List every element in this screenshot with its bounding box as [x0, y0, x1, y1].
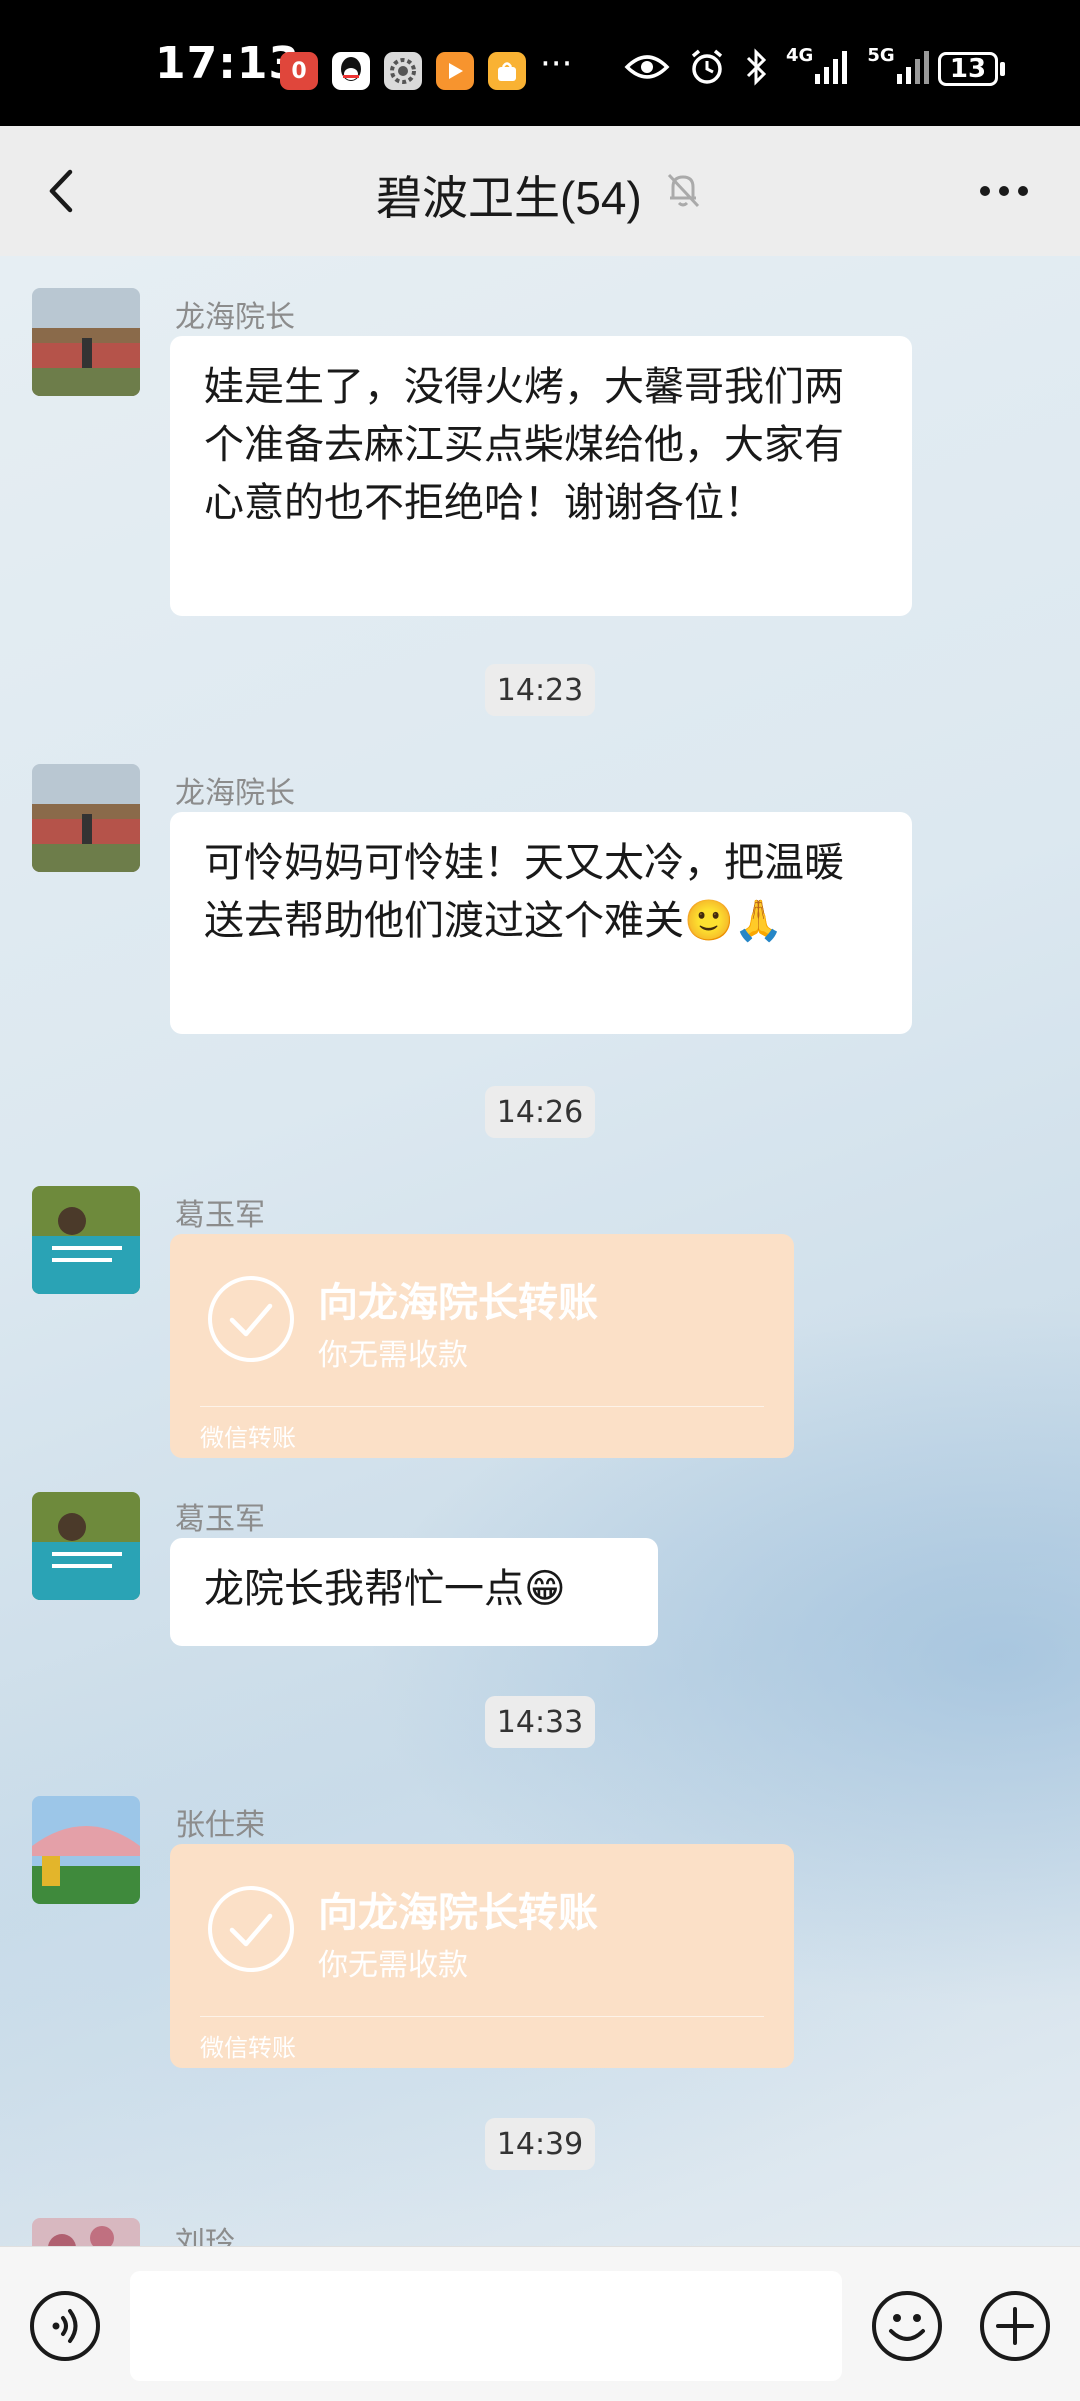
sender-name: 张仕荣 — [175, 1808, 265, 1843]
avatar[interactable] — [32, 288, 140, 396]
check-circle-icon — [208, 1886, 294, 1972]
video-app-icon — [436, 52, 474, 90]
divider — [200, 1406, 764, 1407]
alarm-icon — [691, 49, 723, 84]
emoji-icon[interactable] — [870, 2289, 944, 2363]
timestamp: 14:23 — [485, 664, 595, 716]
more-options-icon[interactable] — [978, 184, 1030, 198]
sender-name: 葛玉军 — [175, 1198, 265, 1233]
battery-tip — [1000, 62, 1005, 76]
transfer-title: 向龙海院长转账 — [318, 1890, 598, 1936]
transfer-subtitle: 你无需收款 — [318, 1948, 468, 1983]
sender-name: 龙海院长 — [175, 300, 295, 335]
avatar[interactable] — [32, 1186, 140, 1294]
signal-5g-indicator: 5G — [867, 45, 930, 84]
timestamp: 14:33 — [485, 1696, 595, 1748]
message-bubble[interactable]: 可怜妈妈可怜娃！天又太冷，把温暖送去帮助他们渡过这个难关🙂🙏 — [170, 812, 912, 1034]
settings-app-icon — [384, 52, 422, 90]
avatar[interactable] — [32, 1492, 140, 1600]
qq-icon — [332, 52, 370, 90]
muted-bell-icon — [667, 173, 700, 208]
battery-level: 13 — [949, 54, 987, 84]
sender-name: 龙海院长 — [175, 776, 295, 811]
battery-icon: 13 — [938, 52, 998, 86]
transfer-footer: 微信转账 — [200, 1424, 296, 1452]
avatar[interactable] — [32, 1796, 140, 1904]
signal-bars-icon — [896, 51, 929, 84]
status-app-icons: 0 — [280, 52, 526, 90]
eye-icon — [624, 55, 670, 79]
network-5g-label: 5G — [867, 45, 895, 66]
status-indicators: 4G 5G — [624, 45, 931, 86]
store-app-icon — [488, 52, 526, 90]
transfer-card[interactable]: 向龙海院长转账 你无需收款 微信转账 — [170, 1844, 794, 2068]
notification-badge-icon: 0 — [280, 52, 318, 90]
status-more-dots: ··· — [540, 44, 573, 84]
input-bar — [0, 2246, 1080, 2401]
timestamp: 14:39 — [485, 2118, 595, 2170]
transfer-title: 向龙海院长转账 — [318, 1280, 598, 1326]
divider — [200, 2016, 764, 2017]
signal-4g-indicator: 4G — [786, 45, 849, 84]
transfer-card[interactable]: 向龙海院长转账 你无需收款 微信转账 — [170, 1234, 794, 1458]
message-bubble[interactable]: 娃是生了，没得火烤，大馨哥我们两个准备去麻江买点柴煤给他，大家有心意的也不拒绝哈… — [170, 336, 912, 616]
timestamp: 14:26 — [485, 1086, 595, 1138]
message-input[interactable] — [130, 2271, 842, 2381]
back-arrow-icon[interactable] — [38, 166, 88, 216]
status-bar: 17:13 0 ··· 4G 5G 13 — [0, 0, 1080, 126]
avatar[interactable] — [32, 764, 140, 872]
network-4g-label: 4G — [786, 45, 814, 66]
chat-title: 碧波卫生(54) — [376, 172, 642, 224]
sender-name: 刘玲 — [175, 2226, 235, 2246]
sender-name: 葛玉军 — [175, 1502, 265, 1537]
status-time: 17:13 — [155, 38, 301, 89]
add-more-icon[interactable] — [978, 2289, 1052, 2363]
signal-bars-icon — [815, 51, 848, 84]
voice-input-icon[interactable] — [28, 2289, 102, 2363]
transfer-subtitle: 你无需收款 — [318, 1338, 468, 1373]
check-circle-icon — [208, 1276, 294, 1362]
message-bubble[interactable]: 龙院长我帮忙一点😁 — [170, 1538, 658, 1646]
transfer-footer: 微信转账 — [200, 2034, 296, 2062]
message-list[interactable]: 龙海院长 娃是生了，没得火烤，大馨哥我们两个准备去麻江买点柴煤给他，大家有心意的… — [0, 256, 1080, 2246]
chat-header: 碧波卫生(54) — [0, 126, 1080, 256]
bluetooth-icon — [746, 48, 767, 86]
avatar[interactable] — [32, 2218, 140, 2246]
